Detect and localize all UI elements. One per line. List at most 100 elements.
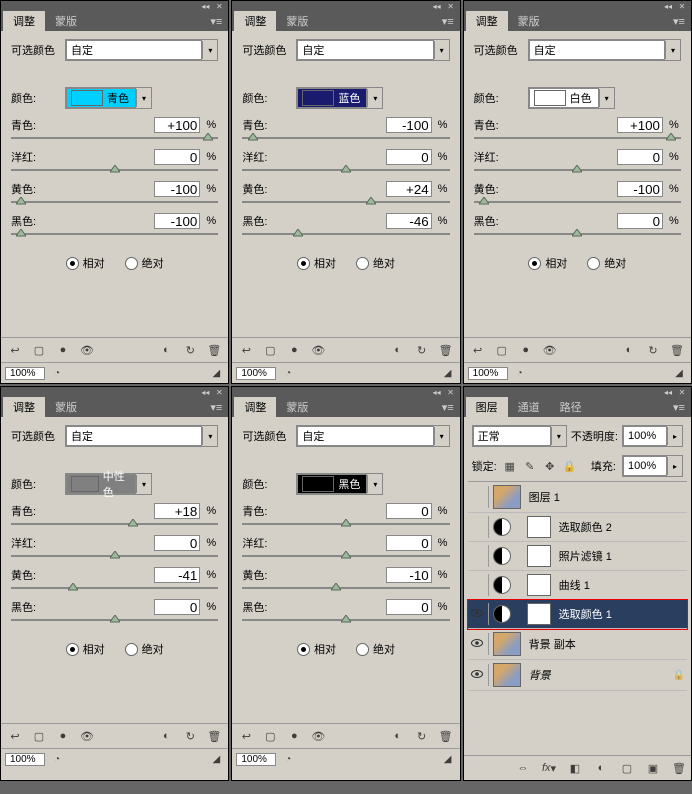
chevron-down-icon[interactable]: ▾ bbox=[367, 89, 382, 107]
layer-row-3[interactable]: 曲线 1 bbox=[468, 571, 687, 600]
clip-icon[interactable]: ● bbox=[55, 728, 71, 744]
chevron-down-icon[interactable]: ▾ bbox=[202, 41, 217, 59]
panel-menu-icon[interactable]: ▾≡ bbox=[204, 15, 228, 28]
slider-track-magenta[interactable] bbox=[242, 555, 449, 557]
resize-icon[interactable]: ◢ bbox=[671, 365, 687, 381]
slider-thumb[interactable] bbox=[341, 519, 351, 529]
new-layer-icon[interactable]: ▣ bbox=[645, 760, 661, 776]
resize-icon[interactable]: ◢ bbox=[208, 365, 224, 381]
slider-thumb[interactable] bbox=[479, 197, 489, 207]
slider-track-magenta[interactable] bbox=[11, 555, 218, 557]
fill-input[interactable]: 100% bbox=[623, 456, 667, 476]
slider-track-yellow[interactable] bbox=[242, 587, 449, 589]
layer-row-4[interactable]: 选取颜色 1 bbox=[468, 600, 687, 629]
panel-menu-icon[interactable]: ▾≡ bbox=[436, 401, 460, 414]
chevron-down-icon[interactable]: ▾ bbox=[202, 427, 217, 445]
radio-relative[interactable]: 相对 bbox=[297, 255, 336, 271]
chevron-down-icon[interactable]: ▾ bbox=[434, 41, 449, 59]
lock-position-icon[interactable]: ✥ bbox=[543, 459, 557, 473]
mask-thumbnail[interactable] bbox=[527, 516, 551, 538]
slider-thumb[interactable] bbox=[666, 133, 676, 143]
prev-icon[interactable]: ◐ bbox=[390, 342, 406, 358]
close-icon[interactable]: ✕ bbox=[214, 388, 224, 396]
slider-value-yellow[interactable] bbox=[386, 567, 432, 583]
panel-menu-icon[interactable]: ▾≡ bbox=[204, 401, 228, 414]
layer-thumbnail[interactable] bbox=[493, 632, 521, 656]
tab-adjustments[interactable]: 调整 bbox=[466, 11, 508, 31]
trash-icon[interactable]: 🗑 bbox=[206, 342, 222, 358]
mask-thumbnail[interactable] bbox=[527, 574, 551, 596]
slider-thumb[interactable] bbox=[110, 615, 120, 625]
info-icon[interactable]: ◔ bbox=[280, 751, 296, 767]
chevron-down-icon[interactable]: ▾ bbox=[136, 89, 151, 107]
tab-masks[interactable]: 蒙版 bbox=[276, 11, 318, 31]
slider-value-cyan[interactable] bbox=[154, 117, 200, 133]
new-icon[interactable]: ▢ bbox=[494, 342, 510, 358]
slider-thumb[interactable] bbox=[331, 583, 341, 593]
slider-value-yellow[interactable] bbox=[154, 567, 200, 583]
layer-row-6[interactable]: 背景 🔒 bbox=[468, 660, 687, 691]
layer-name[interactable]: 背景 bbox=[525, 667, 669, 683]
clip-icon[interactable]: ● bbox=[518, 342, 534, 358]
info-icon[interactable]: ◔ bbox=[49, 365, 65, 381]
radio-absolute[interactable]: 绝对 bbox=[125, 255, 164, 271]
slider-value-cyan[interactable] bbox=[617, 117, 663, 133]
opacity-input[interactable]: 100% bbox=[623, 426, 667, 446]
slider-value-cyan[interactable] bbox=[386, 117, 432, 133]
slider-thumb[interactable] bbox=[203, 133, 213, 143]
return-icon[interactable]: ↩ bbox=[470, 342, 486, 358]
radio-relative[interactable]: 相对 bbox=[66, 641, 105, 657]
tab-layers[interactable]: 图层 bbox=[466, 397, 508, 417]
chevron-down-icon[interactable]: ▾ bbox=[367, 475, 382, 493]
slider-thumb[interactable] bbox=[68, 583, 78, 593]
tab-paths[interactable]: 路径 bbox=[550, 397, 592, 417]
visibility-toggle[interactable] bbox=[470, 668, 484, 682]
slider-value-black[interactable] bbox=[386, 599, 432, 615]
chevron-right-icon[interactable]: ▸ bbox=[667, 457, 682, 475]
zoom-value[interactable]: 100% bbox=[236, 367, 276, 380]
trash-icon[interactable]: 🗑 bbox=[671, 760, 687, 776]
slider-thumb[interactable] bbox=[293, 229, 303, 239]
new-icon[interactable]: ▢ bbox=[262, 342, 278, 358]
panel-menu-icon[interactable]: ▾≡ bbox=[436, 15, 460, 28]
tab-adjustments[interactable]: 调整 bbox=[234, 11, 276, 31]
slider-thumb[interactable] bbox=[572, 229, 582, 239]
slider-track-yellow[interactable] bbox=[474, 201, 681, 203]
color-select[interactable]: 黑色 bbox=[297, 474, 367, 494]
slider-value-magenta[interactable] bbox=[154, 149, 200, 165]
visibility-toggle[interactable] bbox=[470, 637, 484, 651]
layer-thumbnail[interactable] bbox=[493, 663, 521, 687]
chevron-down-icon[interactable]: ▾ bbox=[599, 89, 614, 107]
slider-track-black[interactable] bbox=[11, 619, 218, 621]
reset-icon[interactable]: ↻ bbox=[182, 342, 198, 358]
layer-name[interactable]: 图层 1 bbox=[525, 489, 685, 505]
slider-value-black[interactable] bbox=[154, 213, 200, 229]
slider-track-yellow[interactable] bbox=[242, 201, 449, 203]
slider-track-black[interactable] bbox=[242, 619, 449, 621]
close-icon[interactable]: ✕ bbox=[446, 388, 456, 396]
visibility-toggle[interactable] bbox=[470, 549, 484, 563]
clip-icon[interactable]: ● bbox=[55, 342, 71, 358]
visibility-toggle[interactable] bbox=[470, 520, 484, 534]
return-icon[interactable]: ↩ bbox=[238, 728, 254, 744]
visibility-icon[interactable]: 👁 bbox=[310, 728, 326, 744]
tab-masks[interactable]: 蒙版 bbox=[45, 397, 87, 417]
visibility-toggle[interactable] bbox=[470, 490, 484, 504]
lock-all-icon[interactable]: 🔒 bbox=[563, 459, 577, 473]
prev-icon[interactable]: ◐ bbox=[390, 728, 406, 744]
new-icon[interactable]: ▢ bbox=[31, 342, 47, 358]
visibility-toggle[interactable] bbox=[470, 607, 484, 621]
adjustment-icon[interactable] bbox=[493, 518, 511, 536]
layer-name[interactable]: 选取颜色 2 bbox=[555, 519, 685, 535]
zoom-value[interactable]: 100% bbox=[468, 367, 508, 380]
slider-value-yellow[interactable] bbox=[386, 181, 432, 197]
lock-pixels-icon[interactable]: ✎ bbox=[523, 459, 537, 473]
mask-thumbnail[interactable] bbox=[527, 603, 551, 625]
slider-value-yellow[interactable] bbox=[617, 181, 663, 197]
preset-select[interactable]: 自定 bbox=[297, 426, 433, 446]
return-icon[interactable]: ↩ bbox=[238, 342, 254, 358]
layer-name[interactable]: 背景 副本 bbox=[525, 636, 685, 652]
slider-thumb[interactable] bbox=[110, 551, 120, 561]
tab-masks[interactable]: 蒙版 bbox=[508, 11, 550, 31]
tab-channels[interactable]: 通道 bbox=[508, 397, 550, 417]
